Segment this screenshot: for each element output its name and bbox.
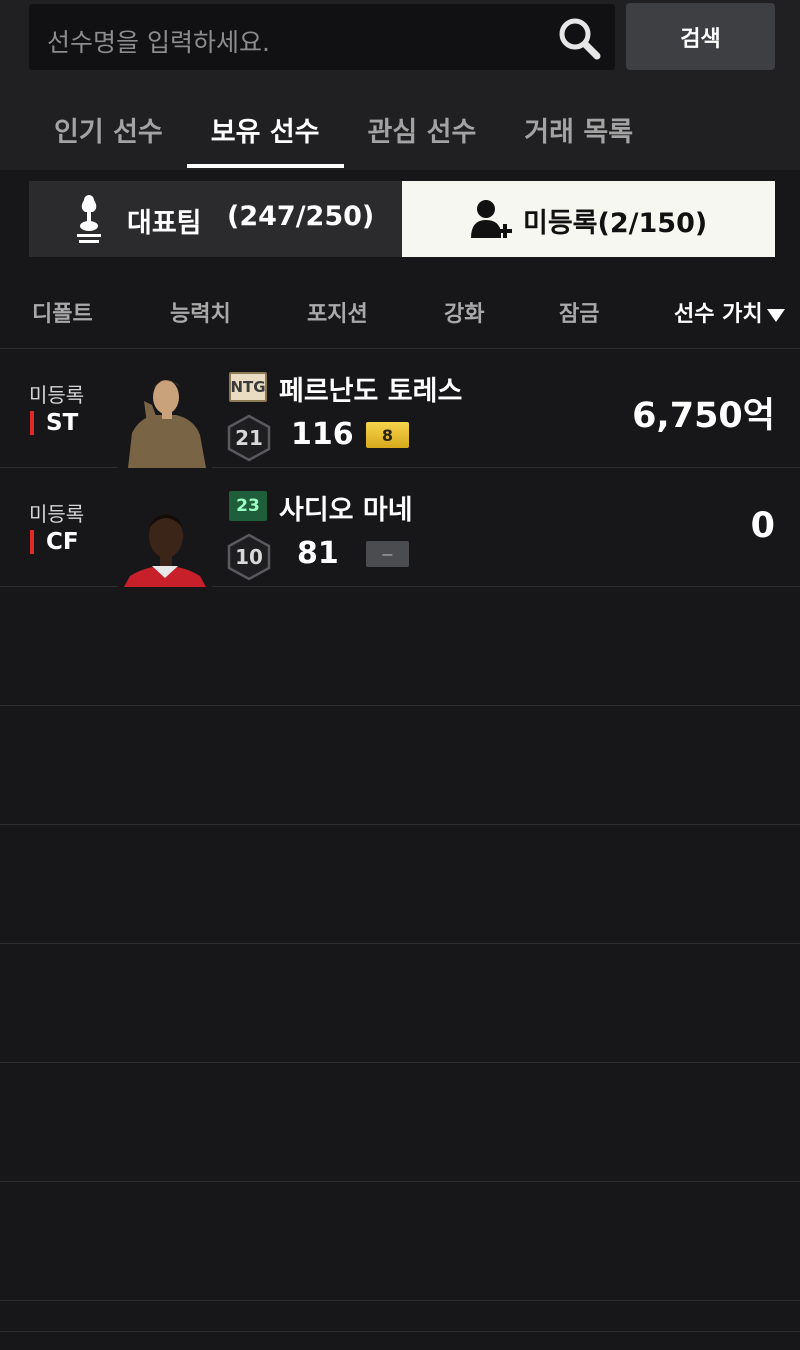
player-row[interactable]: 미등록 ST NTG 페르난도 토레스 21 116 8 6,750억	[0, 349, 800, 468]
player-price: 6,750억	[632, 396, 775, 436]
search-placeholder: 선수명을 입력하세요.	[47, 28, 270, 57]
player-status: 미등록	[29, 383, 85, 407]
empty-row	[0, 1182, 800, 1301]
unregistered-label: 미등록(2/150)	[523, 208, 708, 239]
player-portrait	[118, 361, 212, 468]
empty-row	[0, 1063, 800, 1182]
sort-enhance[interactable]: 강화	[444, 296, 484, 328]
empty-row	[0, 706, 800, 825]
enhance-badge: 8	[366, 422, 409, 448]
sort-lock[interactable]: 잠금	[559, 296, 599, 328]
player-ovr: 116	[291, 417, 354, 452]
sort-position[interactable]: 포지션	[307, 296, 368, 328]
player-portrait	[118, 480, 212, 587]
sort-player-value[interactable]: 선수 가치	[674, 296, 785, 328]
sort-default[interactable]: 디폴트	[32, 296, 93, 328]
season-badge: NTG	[229, 372, 267, 402]
empty-row	[0, 944, 800, 1063]
search-button[interactable]: 검색	[626, 3, 775, 70]
player-row[interactable]: 미등록 CF 23 사디오 마네 10 81 − 0	[0, 468, 800, 587]
empty-row	[0, 825, 800, 944]
player-status: 미등록	[29, 502, 85, 526]
empty-row	[0, 587, 800, 706]
tab-bar: 인기 선수 보유 선수 관심 선수 거래 목록	[30, 104, 657, 168]
empty-row	[0, 1301, 800, 1332]
player-position: CF	[30, 530, 79, 554]
player-name: 페르난도 토레스	[279, 376, 463, 407]
sort-ability[interactable]: 능력치	[170, 296, 231, 328]
tab-popular[interactable]: 인기 선수	[30, 104, 187, 168]
player-ovr: 81	[297, 536, 339, 571]
unregistered-button[interactable]: 미등록(2/150)	[402, 181, 775, 257]
player-name: 사디오 마네	[279, 495, 413, 526]
search-input[interactable]: 선수명을 입력하세요.	[29, 4, 615, 70]
caret-down-icon	[766, 308, 785, 322]
team-count: (247/250)	[227, 201, 375, 232]
tab-owned[interactable]: 보유 선수	[186, 104, 344, 168]
enhance-badge: −	[366, 541, 409, 567]
main-team-button[interactable]: 대표팀 (247/250)	[29, 181, 402, 257]
team-name: 대표팀	[127, 208, 202, 239]
player-price: 0	[750, 506, 775, 546]
search-icon[interactable]	[557, 16, 601, 60]
team-crest-icon	[77, 195, 101, 243]
player-grade: 10	[235, 545, 263, 569]
add-person-icon	[471, 200, 512, 238]
team-selector: 대표팀 (247/250) 미등록(2/150)	[29, 181, 775, 257]
sort-bar: 디폴트 능력치 포지션 강화 잠금 선수 가치	[0, 272, 800, 349]
tab-trade-list[interactable]: 거래 목록	[500, 104, 657, 168]
player-grade: 21	[235, 426, 263, 450]
season-badge: 23	[229, 491, 267, 521]
player-position: ST	[30, 411, 78, 435]
sort-player-value-label: 선수 가치	[674, 302, 763, 327]
top-header: 선수명을 입력하세요. 검색 인기 선수 보유 선수 관심 선수 거래 목록	[0, 0, 800, 170]
tab-watchlist[interactable]: 관심 선수	[344, 104, 501, 168]
